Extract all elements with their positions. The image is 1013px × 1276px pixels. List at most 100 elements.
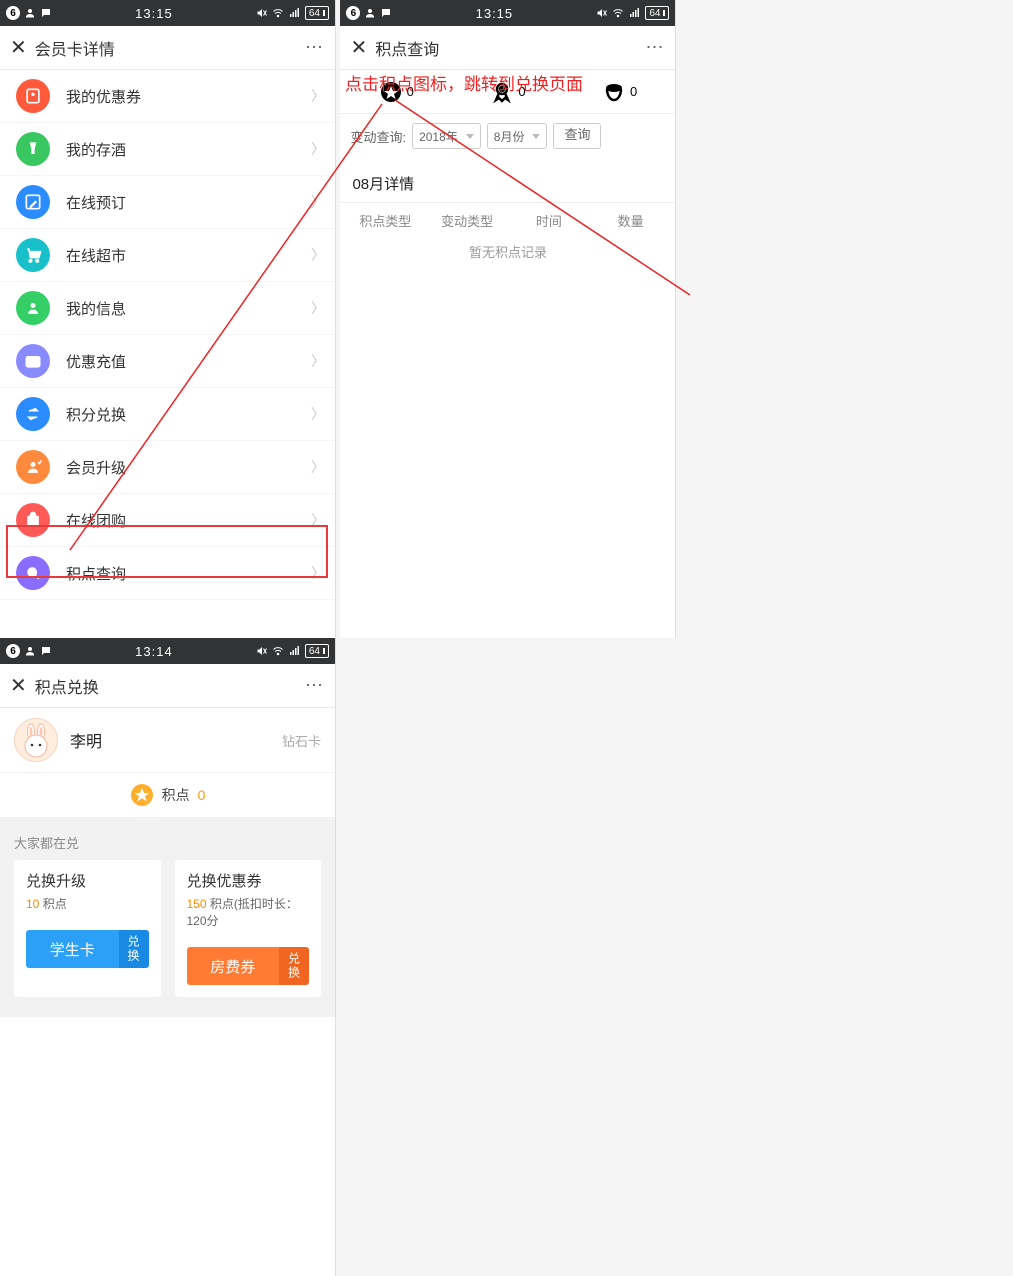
more-icon[interactable]: ⋯ <box>645 37 665 58</box>
status-bar: 6 13:14 64 <box>0 638 335 664</box>
menu-item-info[interactable]: 我的信息 〉 <box>0 282 335 335</box>
upgrade-icon <box>16 450 50 484</box>
menu-item-coupons[interactable]: 我的优惠券 〉 <box>0 70 335 123</box>
filter-label: 变动查询: <box>350 127 406 146</box>
tab-medal-points[interactable]: 0 <box>490 80 525 104</box>
close-icon[interactable]: ✕ <box>350 35 367 60</box>
wifi-icon <box>271 645 285 657</box>
bunny-icon <box>18 722 54 758</box>
menu-item-recharge[interactable]: 优惠充值 〉 <box>0 335 335 388</box>
page-title: 积点查询 <box>375 36 645 60</box>
ticket-icon <box>16 79 50 113</box>
menu-item-shop[interactable]: 在线超市 〉 <box>0 229 335 282</box>
menu-item-booking[interactable]: 在线预订 〉 <box>0 176 335 229</box>
menu-list: 我的优惠券 〉 我的存酒 〉 在线预订 〉 在线超市 〉 我的信息 〉 优惠充值… <box>0 70 335 600</box>
detail-section: 08月详情 积点类型 变动类型 时间 数量 暂无积点记录 <box>340 165 675 277</box>
exchange-button[interactable]: 兑换 <box>119 930 149 968</box>
phone-2: 6 13:15 64 ✕ 积点查询 ⋯ 0 0 0 变动查询: <box>340 0 676 638</box>
signal-icon <box>288 7 302 19</box>
navbar: ✕ 会员卡详情 ⋯ <box>0 26 335 70</box>
cart-icon <box>16 238 50 272</box>
section-header: 08月详情 <box>340 165 675 203</box>
tab-value: 0 <box>407 84 414 99</box>
wifi-icon <box>271 7 285 19</box>
exchange-cards: 兑换升级 10 积点 学生卡 兑换 兑换优惠券 150 积点(抵扣时长：120分… <box>0 860 335 1017</box>
chat-icon <box>40 645 52 657</box>
points-value: 0 <box>198 787 206 803</box>
card-cost: 150 积点(抵扣时长：120分 <box>187 895 310 929</box>
menu-label: 在线预订 <box>66 192 311 213</box>
student-card-button[interactable]: 学生卡 <box>26 930 119 968</box>
chevron-right-icon: 〉 <box>311 139 325 159</box>
section-header: 大家都在兑 <box>0 817 335 860</box>
exchange-card-upgrade: 兑换升级 10 积点 学生卡 兑换 <box>14 860 161 997</box>
mute-icon <box>256 645 268 657</box>
star-badge-icon <box>379 80 403 104</box>
menu-label: 我的存酒 <box>66 139 311 160</box>
bag-icon <box>16 503 50 537</box>
phone-1: 6 13:15 64 ✕ 会员卡详情 ⋯ 我的优惠券 〉 我的存酒 〉 在线预 <box>0 0 336 638</box>
phone-3: 6 13:14 64 ✕ 积点兑换 ⋯ <box>0 638 336 1276</box>
table-header: 积点类型 变动类型 时间 数量 <box>340 203 675 238</box>
menu-label: 我的优惠券 <box>66 86 311 107</box>
chat-icon <box>380 7 392 19</box>
menu-label: 优惠充值 <box>66 351 311 372</box>
points-tabs: 0 0 0 <box>340 70 675 114</box>
close-icon[interactable]: ✕ <box>10 673 27 698</box>
menu-label: 在线团购 <box>66 510 311 531</box>
signal-icon <box>628 7 642 19</box>
menu-item-points-query[interactable]: 积点查询 〉 <box>0 547 335 600</box>
more-icon[interactable]: ⋯ <box>305 37 325 58</box>
user-name: 李明 <box>70 728 282 752</box>
filter-row: 变动查询: 2018年 8月份 查询 <box>340 115 675 157</box>
person-icon <box>24 7 36 19</box>
medal-icon <box>490 80 514 104</box>
chevron-right-icon: 〉 <box>311 563 325 583</box>
menu-item-wine[interactable]: 我的存酒 〉 <box>0 123 335 176</box>
menu-label: 我的信息 <box>66 298 311 319</box>
signal-icon <box>288 645 302 657</box>
more-icon[interactable]: ⋯ <box>305 675 325 696</box>
search-icon <box>16 556 50 590</box>
camera-icon <box>16 344 50 378</box>
menu-item-upgrade[interactable]: 会员升级 〉 <box>0 441 335 494</box>
col-change: 变动类型 <box>426 211 508 230</box>
points-label: 积点 <box>162 785 190 805</box>
exchange-button[interactable]: 兑换 <box>279 947 309 985</box>
chevron-right-icon: 〉 <box>311 86 325 106</box>
tab-star-points[interactable]: 0 <box>379 80 414 104</box>
battery-icon: 64 <box>305 644 329 658</box>
close-icon[interactable]: ✕ <box>10 35 27 60</box>
query-button[interactable]: 查询 <box>553 123 601 149</box>
chevron-right-icon: 〉 <box>311 351 325 371</box>
battery-icon: 64 <box>305 6 329 20</box>
person-icon <box>364 7 376 19</box>
status-bar: 6 13:15 64 <box>0 0 335 26</box>
chevron-right-icon: 〉 <box>311 510 325 530</box>
user-icon <box>16 291 50 325</box>
year-select[interactable]: 2018年 <box>412 123 481 149</box>
points-balance: 积点 0 <box>0 773 335 817</box>
card-title: 兑换升级 <box>26 870 149 891</box>
chevron-right-icon: 〉 <box>311 404 325 424</box>
menu-label: 积点查询 <box>66 563 311 584</box>
mute-icon <box>256 7 268 19</box>
room-coupon-button[interactable]: 房费券 <box>187 947 280 985</box>
tab-value: 0 <box>630 84 637 99</box>
status-time: 13:15 <box>392 6 596 21</box>
chevron-right-icon: 〉 <box>311 298 325 318</box>
month-select[interactable]: 8月份 <box>487 123 548 149</box>
edit-icon <box>16 185 50 219</box>
tab-cup-points[interactable]: 0 <box>602 80 637 104</box>
person-icon <box>24 645 36 657</box>
page-title: 积点兑换 <box>35 674 305 698</box>
avatar <box>14 718 58 762</box>
card-cost: 10 积点 <box>26 895 149 912</box>
menu-item-groupbuy[interactable]: 在线团购 〉 <box>0 494 335 547</box>
menu-label: 在线超市 <box>66 245 311 266</box>
mute-icon <box>596 7 608 19</box>
menu-item-points-ex[interactable]: 积分兑换 〉 <box>0 388 335 441</box>
empty-state: 暂无积点记录 <box>340 238 675 277</box>
col-qty: 数量 <box>590 211 672 230</box>
wifi-icon <box>611 7 625 19</box>
